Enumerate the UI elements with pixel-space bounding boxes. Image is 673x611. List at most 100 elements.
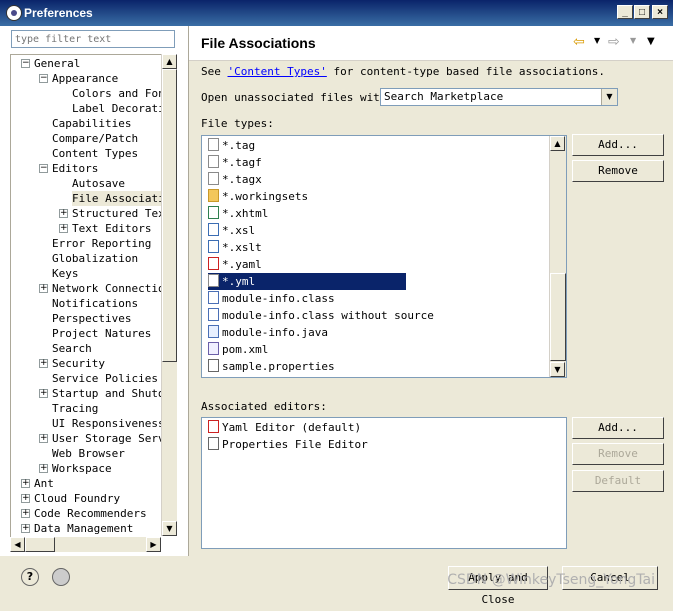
tree-item[interactable]: Globalization bbox=[52, 251, 138, 266]
tree-item[interactable]: File Associations bbox=[72, 191, 162, 206]
tree-expander-icon[interactable]: + bbox=[21, 509, 30, 518]
tree-expander-icon[interactable]: + bbox=[39, 284, 48, 293]
content-types-link[interactable]: 'Content Types' bbox=[228, 65, 327, 78]
forward-arrow-icon[interactable]: ⇨ bbox=[608, 34, 620, 50]
minimize-button[interactable]: _ bbox=[617, 5, 633, 19]
tree-item[interactable]: Editors bbox=[52, 161, 98, 176]
list-item[interactable]: module-info.class bbox=[208, 290, 335, 307]
filter-input[interactable] bbox=[11, 30, 175, 48]
tree-item[interactable]: Autosave bbox=[72, 176, 125, 191]
list-item[interactable]: *.yml bbox=[208, 273, 406, 290]
tree-item[interactable]: Web Browser bbox=[52, 446, 125, 461]
tree-item[interactable]: Perspectives bbox=[52, 311, 131, 326]
xsl-file-icon bbox=[208, 240, 219, 253]
list-item[interactable]: pom.xml bbox=[208, 341, 268, 358]
tree-item[interactable]: Compare/Patch bbox=[52, 131, 138, 146]
remove-editor-button[interactable]: Remove bbox=[572, 443, 664, 465]
list-item[interactable]: *.tag bbox=[208, 137, 255, 154]
tree-expander-icon[interactable]: + bbox=[39, 389, 48, 398]
file-types-list[interactable]: *.tag *.tagf *.tagx *.workingsets *.xhtml *.x… bbox=[201, 135, 567, 378]
preference-tree[interactable]: −General−AppearanceColors and FontsLabel… bbox=[10, 54, 162, 537]
tree-item[interactable]: Label Decorations bbox=[72, 101, 162, 116]
tree-item[interactable]: UI Responsiveness bbox=[52, 416, 162, 431]
scroll-up-arrow-icon[interactable]: ▲ bbox=[550, 136, 565, 151]
chevron-down-icon[interactable]: ▼ bbox=[601, 89, 617, 105]
tree-item[interactable]: Cloud Foundry bbox=[34, 491, 120, 506]
file-types-scrollbar[interactable]: ▲ ▼ bbox=[549, 136, 566, 377]
back-arrow-icon[interactable]: ⇦ bbox=[573, 34, 585, 50]
tree-item[interactable]: Code Recommenders bbox=[34, 506, 147, 521]
associated-editors-list[interactable]: Yaml Editor (default) Properties File Edi… bbox=[201, 417, 567, 549]
tree-item[interactable]: Structured Text Editors bbox=[72, 206, 162, 221]
tree-expander-icon[interactable]: − bbox=[39, 74, 48, 83]
scroll-right-arrow-icon[interactable]: ▶ bbox=[146, 537, 161, 552]
tree-item[interactable]: Text Editors bbox=[72, 221, 151, 236]
list-item[interactable]: Yaml Editor (default) bbox=[208, 419, 361, 436]
tree-item[interactable]: Colors and Fonts bbox=[72, 86, 162, 101]
tree-item[interactable]: Keys bbox=[52, 266, 79, 281]
maximize-button[interactable]: □ bbox=[634, 5, 650, 19]
list-item[interactable]: sample.properties bbox=[208, 358, 335, 375]
tree-horizontal-scrollbar[interactable]: ◀ ▶ bbox=[10, 537, 161, 552]
tree-expander-icon[interactable]: + bbox=[21, 524, 30, 533]
list-item[interactable]: *.workingsets bbox=[208, 188, 308, 205]
add-editor-button[interactable]: Add... bbox=[572, 417, 664, 439]
tree-expander-icon[interactable]: + bbox=[39, 359, 48, 368]
open-unassociated-select[interactable]: Search Marketplace ▼ bbox=[380, 88, 618, 106]
list-item[interactable]: *.yaml bbox=[208, 256, 262, 273]
help-icon[interactable]: ? bbox=[21, 568, 39, 586]
list-item[interactable]: *.tagf bbox=[208, 154, 262, 171]
list-item[interactable]: *.xhtml bbox=[208, 205, 268, 222]
default-editor-button[interactable]: Default bbox=[572, 470, 664, 492]
tree-expander-icon[interactable]: + bbox=[39, 434, 48, 443]
tree-vertical-scrollbar[interactable]: ▲ ▼ bbox=[161, 54, 177, 536]
back-dropdown-icon[interactable]: ▼ bbox=[594, 36, 600, 45]
tree-item[interactable]: General bbox=[34, 56, 80, 71]
tree-item[interactable]: Search bbox=[52, 341, 92, 356]
tree-expander-icon[interactable]: − bbox=[39, 164, 48, 173]
tree-item[interactable]: Startup and Shutdown bbox=[52, 386, 162, 401]
scroll-thumb[interactable] bbox=[162, 69, 177, 362]
tree-item[interactable]: Capabilities bbox=[52, 116, 131, 131]
tree-expander-icon[interactable]: + bbox=[21, 494, 30, 503]
scroll-left-arrow-icon[interactable]: ◀ bbox=[10, 537, 25, 552]
tree-item[interactable]: Workspace bbox=[52, 461, 112, 476]
tree-item[interactable]: Security bbox=[52, 356, 105, 371]
tree-item[interactable]: User Storage Service bbox=[52, 431, 162, 446]
folder-icon bbox=[208, 189, 219, 202]
record-icon[interactable] bbox=[52, 568, 70, 586]
list-item[interactable]: *.xslt bbox=[208, 239, 262, 256]
tree-item[interactable]: Tracing bbox=[52, 401, 98, 416]
tree-expander-icon[interactable]: + bbox=[39, 464, 48, 473]
hscroll-thumb[interactable] bbox=[25, 537, 55, 552]
add-file-type-button[interactable]: Add... bbox=[572, 134, 664, 156]
list-item-label: module-info.class without source bbox=[222, 309, 434, 322]
remove-file-type-button[interactable]: Remove bbox=[572, 160, 664, 182]
scroll-down-arrow-icon[interactable]: ▼ bbox=[162, 521, 177, 536]
tree-expander-icon[interactable]: + bbox=[59, 209, 68, 218]
scroll-down-arrow-icon[interactable]: ▼ bbox=[550, 362, 565, 377]
scroll-up-arrow-icon[interactable]: ▲ bbox=[162, 54, 177, 69]
tree-item[interactable]: Project Natures bbox=[52, 326, 151, 341]
list-item-label: *.tagf bbox=[222, 156, 262, 169]
tree-expander-icon[interactable]: − bbox=[21, 59, 30, 68]
list-item[interactable]: *.xsl bbox=[208, 222, 255, 239]
tree-item[interactable]: Network Connections bbox=[52, 281, 162, 296]
tree-item[interactable]: Content Types bbox=[52, 146, 138, 161]
scroll-thumb[interactable] bbox=[550, 273, 566, 361]
tree-expander-icon[interactable]: + bbox=[21, 479, 30, 488]
tree-item[interactable]: Notifications bbox=[52, 296, 138, 311]
tree-item[interactable]: Ant bbox=[34, 476, 54, 491]
forward-dropdown-icon[interactable]: ▼ bbox=[630, 36, 636, 45]
tree-item[interactable]: Data Management bbox=[34, 521, 133, 536]
tree-item[interactable]: Appearance bbox=[52, 71, 118, 86]
list-item[interactable]: *.tagx bbox=[208, 171, 262, 188]
list-item[interactable]: module-info.class without source bbox=[208, 307, 434, 324]
view-menu-icon[interactable]: ▼ bbox=[647, 36, 655, 47]
tree-item[interactable]: Service Policies bbox=[52, 371, 158, 386]
list-item[interactable]: module-info.java bbox=[208, 324, 328, 341]
tree-item[interactable]: Error Reporting bbox=[52, 236, 151, 251]
close-button[interactable]: × bbox=[652, 5, 668, 19]
list-item[interactable]: Properties File Editor bbox=[208, 436, 368, 453]
tree-expander-icon[interactable]: + bbox=[59, 224, 68, 233]
